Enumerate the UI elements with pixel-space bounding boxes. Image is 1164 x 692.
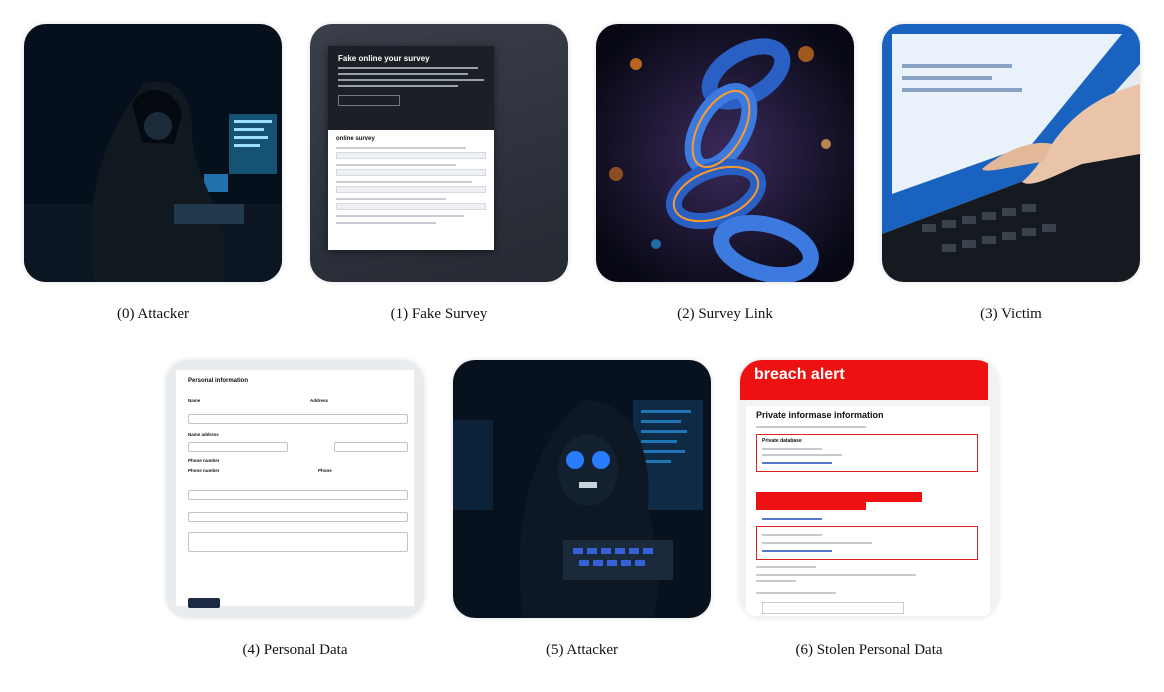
caption: (5) Attacker bbox=[545, 642, 619, 658]
form-card: Personal information Name Address Name a… bbox=[176, 370, 414, 608]
caption: (4) Personal Data bbox=[242, 642, 348, 658]
victim-image bbox=[882, 24, 1140, 282]
chain-link-image bbox=[596, 24, 854, 282]
survey-card: Fake online your survey online survey bbox=[328, 46, 494, 250]
attacker-skull-image bbox=[453, 360, 711, 618]
survey-section-title: online survey bbox=[336, 136, 375, 142]
panel-attacker-5: (5) Attacker bbox=[453, 360, 711, 658]
caption: (0) Attacker bbox=[116, 306, 190, 322]
survey-button bbox=[338, 95, 400, 106]
form-label-phone-number: Phone number bbox=[188, 458, 220, 463]
form-label-name: Name bbox=[188, 398, 201, 403]
attacker-image bbox=[24, 24, 282, 282]
caption: (3) Victim bbox=[980, 306, 1042, 322]
form-title: Personal information bbox=[188, 378, 249, 384]
form-label-phone: Phone bbox=[318, 468, 332, 473]
caption: (1) Fake Survey bbox=[390, 306, 488, 322]
fake-survey-image: Fake online your survey online survey bbox=[310, 24, 568, 282]
panel-stolen-data: breach alert Private informase informati… bbox=[740, 360, 998, 658]
form-label-phone-number-2: Phone number bbox=[188, 468, 220, 473]
breach-heading: Private informase information bbox=[756, 410, 884, 420]
breach-card: Private informase information Private da… bbox=[746, 406, 990, 616]
personal-data-form-image: Personal information Name Address Name a… bbox=[166, 360, 424, 618]
breach-sub: Private database bbox=[762, 438, 802, 444]
panel-personal-data: Personal information Name Address Name a… bbox=[166, 360, 424, 658]
breach-banner: breach alert bbox=[740, 360, 988, 400]
panel-attacker-0: (0) Attacker bbox=[24, 24, 282, 322]
panel-survey-link: (2) Survey Link bbox=[596, 24, 854, 322]
caption: (6) Stolen Personal Data bbox=[795, 642, 943, 658]
survey-title: Fake online your survey bbox=[338, 54, 430, 63]
form-submit bbox=[188, 598, 220, 608]
breach-title: breach alert bbox=[754, 366, 845, 383]
caption: (2) Survey Link bbox=[677, 306, 773, 322]
breach-alert-image: breach alert Private informase informati… bbox=[740, 360, 998, 618]
panel-fake-survey: Fake online your survey online survey (1… bbox=[310, 24, 568, 322]
panel-victim: (3) Victim bbox=[882, 24, 1140, 322]
form-label-name-address: Name address bbox=[188, 432, 219, 437]
form-label-address: Address bbox=[310, 398, 329, 403]
